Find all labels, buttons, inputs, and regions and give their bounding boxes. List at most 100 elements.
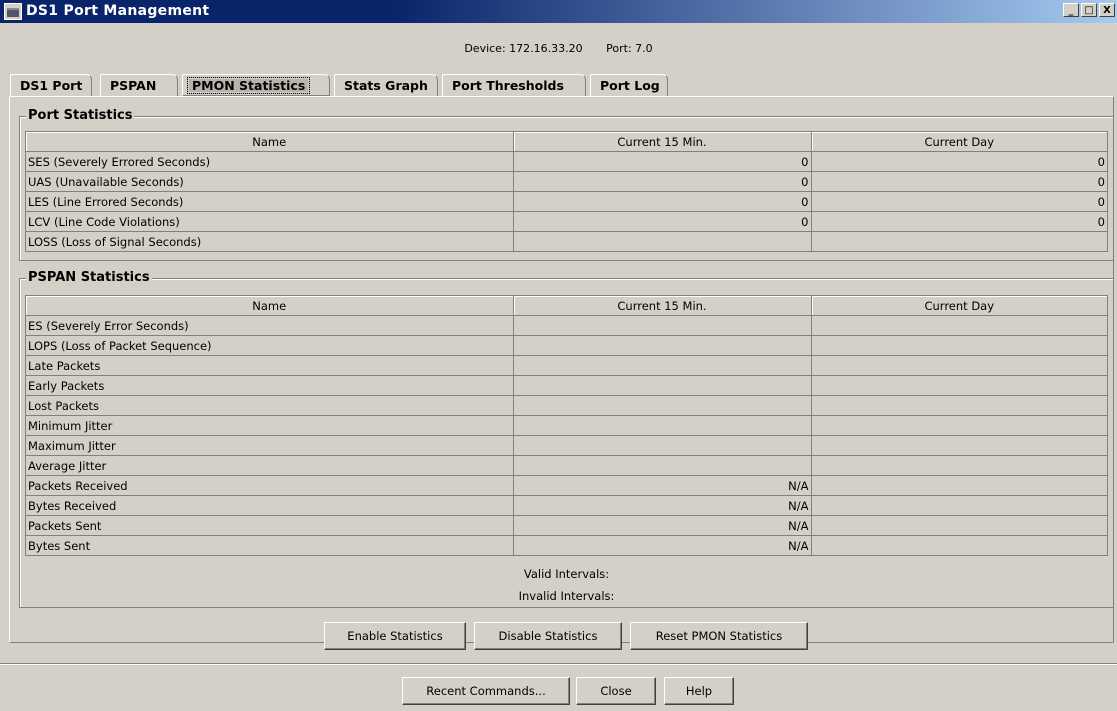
table-cell xyxy=(811,395,1107,416)
table-cell xyxy=(513,435,812,456)
footer-separator xyxy=(0,663,1117,665)
table-cell: 0 xyxy=(811,211,1107,232)
table-cell: N/A xyxy=(513,475,812,496)
tab-pmon-statistics[interactable]: PMON Statistics xyxy=(182,74,330,96)
table-row[interactable]: ES (Severely Error Seconds) xyxy=(26,315,1107,336)
table-row[interactable]: SES (Severely Errored Seconds) 0 0 xyxy=(26,151,1107,172)
close-button[interactable]: Close xyxy=(576,677,656,705)
table-cell: N/A xyxy=(513,535,812,555)
table-cell: N/A xyxy=(513,515,812,536)
close-window-button[interactable]: X xyxy=(1099,3,1115,17)
table-cell: 0 xyxy=(811,151,1107,172)
table-cell xyxy=(513,415,812,436)
table-row[interactable]: LES (Line Errored Seconds) 0 0 xyxy=(26,191,1107,212)
table-cell xyxy=(811,455,1107,476)
table-cell xyxy=(513,455,812,476)
table-cell: N/A xyxy=(513,495,812,516)
table-cell xyxy=(811,435,1107,456)
column-header-current-day[interactable]: Current Day xyxy=(811,296,1107,316)
port-label: Port: 7.0 xyxy=(606,42,653,55)
app-icon xyxy=(4,3,22,20)
disable-statistics-button[interactable]: Disable Statistics xyxy=(474,622,622,650)
table-row[interactable]: LOPS (Loss of Packet Sequence) xyxy=(26,335,1107,356)
title-bar: DS1 Port Management _ □ X xyxy=(0,0,1117,23)
tab-stats-graph[interactable]: Stats Graph xyxy=(334,74,438,96)
table-row[interactable]: Late Packets xyxy=(26,355,1107,376)
table-cell xyxy=(811,475,1107,496)
table-cell xyxy=(513,231,812,251)
table-cell: LOPS (Loss of Packet Sequence) xyxy=(26,335,514,356)
table-cell: 0 xyxy=(811,171,1107,192)
table-cell xyxy=(811,415,1107,436)
table-cell: Lost Packets xyxy=(26,395,514,416)
column-header-current-15-min[interactable]: Current 15 Min. xyxy=(513,132,812,152)
table-cell: ES (Severely Error Seconds) xyxy=(26,315,514,336)
enable-statistics-button[interactable]: Enable Statistics xyxy=(324,622,466,650)
port-statistics-table: Name Current 15 Min. Current Day SES (Se… xyxy=(25,131,1108,252)
tab-port-log[interactable]: Port Log xyxy=(590,74,668,96)
table-row[interactable]: Maximum Jitter xyxy=(26,435,1107,456)
table-cell xyxy=(513,315,812,336)
recent-commands-button[interactable]: Recent Commands... xyxy=(402,677,570,705)
table-cell: UAS (Unavailable Seconds) xyxy=(26,171,514,192)
table-cell xyxy=(513,335,812,356)
table-cell xyxy=(513,375,812,396)
maximize-button[interactable]: □ xyxy=(1081,3,1097,17)
table-cell: 0 xyxy=(513,171,812,192)
table-cell: 0 xyxy=(513,211,812,232)
table-row[interactable]: LOSS (Loss of Signal Seconds) xyxy=(26,231,1107,252)
table-cell: Average Jitter xyxy=(26,455,514,476)
column-header-name[interactable]: Name xyxy=(26,132,514,152)
table-row[interactable]: Minimum Jitter xyxy=(26,415,1107,436)
table-row[interactable]: Packets Sent N/A xyxy=(26,515,1107,536)
table-cell: Bytes Sent xyxy=(26,535,514,555)
port-statistics-title: Port Statistics xyxy=(26,108,135,123)
table-cell: LCV (Line Code Violations) xyxy=(26,211,514,232)
column-header-current-day[interactable]: Current Day xyxy=(811,132,1107,152)
device-label: Device: 172.16.33.20 xyxy=(464,42,583,55)
port-statistics-group: Port Statistics Name Current 15 Min. Cur… xyxy=(19,108,1114,261)
table-cell: SES (Severely Errored Seconds) xyxy=(26,151,514,172)
column-header-name[interactable]: Name xyxy=(26,296,514,316)
window-title: DS1 Port Management xyxy=(26,3,210,19)
table-cell: 0 xyxy=(811,191,1107,212)
table-row[interactable]: LCV (Line Code Violations) 0 0 xyxy=(26,211,1107,232)
tab-pspan[interactable]: PSPAN xyxy=(100,74,178,96)
pspan-statistics-table: Name Current 15 Min. Current Day ES (Sev… xyxy=(25,295,1108,556)
column-header-current-15-min[interactable]: Current 15 Min. xyxy=(513,296,812,316)
table-cell xyxy=(811,335,1107,356)
table-cell: Minimum Jitter xyxy=(26,415,514,436)
table-row[interactable]: Lost Packets xyxy=(26,395,1107,416)
table-row[interactable]: Bytes Sent N/A xyxy=(26,535,1107,556)
table-cell: Early Packets xyxy=(26,375,514,396)
reset-pmon-statistics-button[interactable]: Reset PMON Statistics xyxy=(630,622,808,650)
table-row[interactable]: UAS (Unavailable Seconds) 0 0 xyxy=(26,171,1107,192)
help-button[interactable]: Help xyxy=(664,677,734,705)
table-row[interactable]: Packets Received N/A xyxy=(26,475,1107,496)
tab-ds1-port[interactable]: DS1 Port xyxy=(10,74,92,96)
table-cell xyxy=(513,355,812,376)
valid-intervals-label: Valid Intervals: xyxy=(523,567,610,581)
table-cell: Packets Received xyxy=(26,475,514,496)
table-row[interactable]: Average Jitter xyxy=(26,455,1107,476)
tab-port-thresholds[interactable]: Port Thresholds xyxy=(442,74,586,96)
pspan-statistics-group: PSPAN Statistics Name Current 15 Min. Cu… xyxy=(19,270,1114,608)
table-cell: 0 xyxy=(513,191,812,212)
table-cell xyxy=(811,232,1107,252)
table-cell xyxy=(811,315,1107,336)
table-cell: Packets Sent xyxy=(26,515,514,536)
minimize-button[interactable]: _ xyxy=(1063,3,1079,17)
table-cell xyxy=(811,536,1107,556)
table-cell: Maximum Jitter xyxy=(26,435,514,456)
table-row[interactable]: Early Packets xyxy=(26,375,1107,396)
table-cell: LES (Line Errored Seconds) xyxy=(26,191,514,212)
table-cell: Bytes Received xyxy=(26,495,514,516)
invalid-intervals-label: Invalid Intervals: xyxy=(518,589,615,603)
table-row[interactable]: Bytes Received N/A xyxy=(26,495,1107,516)
table-cell xyxy=(811,355,1107,376)
pspan-statistics-title: PSPAN Statistics xyxy=(26,270,152,285)
table-cell xyxy=(811,375,1107,396)
table-cell xyxy=(811,515,1107,536)
table-cell xyxy=(513,395,812,416)
table-cell xyxy=(811,495,1107,516)
